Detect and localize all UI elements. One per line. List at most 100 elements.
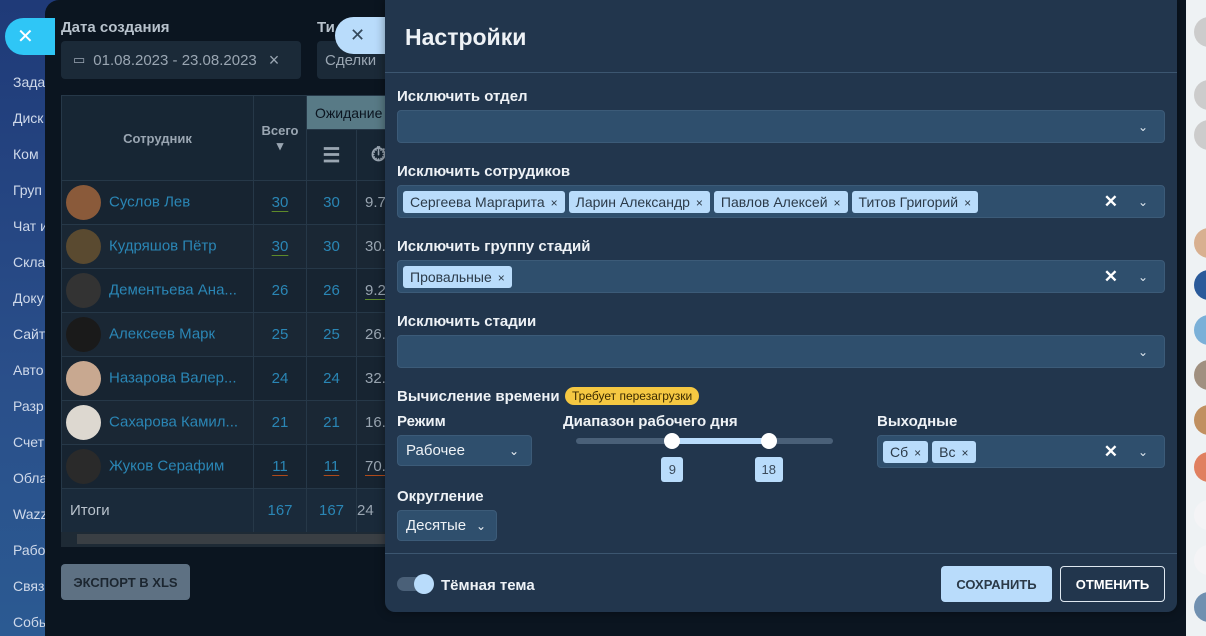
employee-cell[interactable]: Дементьева Ана... [61, 268, 254, 313]
table-row: Дементьева Ана... 26 26 9.2 [61, 268, 401, 313]
employee-name[interactable]: Дементьева Ана... [109, 281, 237, 298]
selected-chip: Сергеева Маргарита × [403, 190, 565, 213]
total-value[interactable]: 30 [272, 238, 289, 255]
total-cell[interactable]: 24 [253, 356, 307, 401]
chip-label: Вс [939, 443, 956, 460]
remove-chip-icon[interactable]: × [696, 196, 703, 210]
count-value: 21 [323, 414, 340, 431]
sidebar-item[interactable]: Обла [13, 470, 47, 486]
sidebar-item[interactable]: Доку [13, 290, 44, 306]
total-value[interactable]: 26 [272, 282, 289, 299]
selected-chip: Титов Григорий × [851, 190, 979, 213]
table-row: Кудряшов Пётр 30 30 30.2 [61, 224, 401, 269]
cancel-button[interactable]: ОТМЕНИТЬ [1060, 566, 1165, 602]
close-icon: ✕ [17, 26, 34, 48]
total-value[interactable]: 21 [272, 414, 289, 431]
clear-all-icon[interactable]: ✕ [1104, 442, 1118, 462]
col-employee: Сотрудник [61, 95, 254, 181]
mode-select[interactable]: Рабочее ⌄ [397, 435, 532, 466]
slider-handle-end[interactable] [760, 433, 777, 449]
count-value: 24 [323, 370, 340, 387]
employee-name[interactable]: Алексеев Марк [109, 325, 215, 342]
sidebar-item[interactable]: Собы [13, 614, 49, 630]
employee-cell[interactable]: Назарова Валер... [61, 356, 254, 401]
date-range-input[interactable]: ▭ 01.08.2023 - 23.08.2023 × [61, 41, 301, 79]
employee-name[interactable]: Назарова Валер... [109, 369, 237, 386]
total-value[interactable]: 11 [272, 458, 288, 475]
remove-chip-icon[interactable]: × [962, 446, 969, 460]
chip-label: Павлов Алексей [720, 193, 828, 210]
remove-chip-icon[interactable]: × [914, 446, 921, 460]
employee-cell[interactable]: Сахарова Камил... [61, 400, 254, 445]
employee-name[interactable]: Сахарова Камил... [109, 413, 238, 430]
col-total[interactable]: Всего ▾ [253, 95, 307, 181]
exclude-dept-label: Исключить отдел [397, 88, 528, 105]
clear-icon[interactable]: × [269, 50, 280, 71]
horizontal-scrollbar[interactable] [61, 532, 397, 547]
remove-chip-icon[interactable]: × [964, 196, 971, 210]
total-cell[interactable]: 25 [253, 312, 307, 357]
total-cell[interactable]: 26 [253, 268, 307, 313]
employee-name[interactable]: Кудряшов Пётр [109, 237, 217, 254]
total-value[interactable]: 30 [272, 194, 289, 211]
avatar [66, 405, 101, 440]
sidebar-item[interactable]: Счет [13, 434, 44, 450]
total-cell[interactable]: 30 [253, 224, 307, 269]
sidebar-item[interactable]: Ком [13, 146, 39, 162]
sidebar-item[interactable]: Скла [13, 254, 45, 270]
rounding-value: Десятые [406, 517, 467, 534]
employee-name[interactable]: Суслов Лев [109, 193, 190, 210]
remove-chip-icon[interactable]: × [551, 196, 558, 210]
table-row: Алексеев Марк 25 25 26.8 [61, 312, 401, 357]
scrollbar-thumb[interactable] [77, 534, 397, 544]
sidebar-item[interactable]: Авто [13, 362, 44, 378]
sidebar-item[interactable]: Груп [13, 182, 42, 198]
count-cell: 24 [306, 356, 357, 401]
date-value: 01.08.2023 - 23.08.2023 [93, 51, 257, 69]
close-panel-button[interactable]: ✕ [5, 18, 55, 55]
avatar [66, 317, 101, 352]
selected-chip: Сб × [883, 440, 929, 463]
sidebar-item[interactable]: Зада [13, 74, 45, 90]
remove-chip-icon[interactable]: × [498, 271, 505, 285]
slider-end-value: 18 [754, 457, 783, 482]
chevron-down-icon: ⌄ [1137, 269, 1148, 284]
exclude-stages-select[interactable]: ⌄ [397, 335, 1165, 368]
clear-all-icon[interactable]: ✕ [1104, 267, 1118, 287]
export-xls-button[interactable]: ЭКСПОРТ В XLS [61, 564, 190, 600]
exclude-employees-select[interactable]: Сергеева Маргарита × Ларин Александр × Павло… [397, 185, 1165, 218]
total-cell[interactable]: 30 [253, 180, 307, 225]
sidebar-item[interactable]: Чат и [13, 218, 48, 234]
total-value[interactable]: 24 [272, 370, 289, 387]
clear-all-icon[interactable]: ✕ [1104, 192, 1118, 212]
exclude-stage-group-select[interactable]: Провальные × ✕ ⌄ [397, 260, 1165, 293]
sidebar-item[interactable]: Wazz [13, 506, 47, 522]
weekends-select[interactable]: Сб × Вс × ✕ ⌄ [877, 435, 1165, 468]
total-cell[interactable]: 11 [253, 444, 307, 489]
rounding-select[interactable]: Десятые ⌄ [397, 510, 497, 541]
workday-range-slider[interactable]: 9 18 [576, 433, 833, 482]
sidebar-item[interactable]: Рабо [13, 542, 45, 558]
dark-theme-toggle[interactable] [397, 574, 434, 594]
employee-name[interactable]: Жуков Серафим [109, 457, 224, 474]
employee-cell[interactable]: Алексеев Марк [61, 312, 254, 357]
save-button[interactable]: СОХРАНИТЬ [941, 566, 1052, 602]
sidebar-item[interactable]: Разр [13, 398, 44, 414]
exclude-dept-select[interactable]: ⌄ [397, 110, 1165, 143]
employee-cell[interactable]: Жуков Серафим [61, 444, 254, 489]
total-cell[interactable]: 21 [253, 400, 307, 445]
calendar-icon: ▭ [73, 52, 86, 67]
employee-cell[interactable]: Суслов Лев [61, 180, 254, 225]
employee-cell[interactable]: Кудряшов Пётр [61, 224, 254, 269]
selected-chip: Провальные × [403, 265, 512, 288]
avatar [66, 449, 101, 484]
range-label: Диапазон рабочего дня [563, 413, 738, 430]
sidebar-item[interactable]: Связ [13, 578, 44, 594]
sidebar-item[interactable]: Диск [13, 110, 43, 126]
total-value[interactable]: 25 [272, 326, 289, 343]
remove-chip-icon[interactable]: × [834, 196, 841, 210]
rounding-label: Округление [397, 488, 484, 505]
slider-handle-start[interactable] [664, 433, 681, 449]
sidebar-item[interactable]: Сайт [13, 326, 45, 342]
sort-desc-icon: ▾ [276, 137, 284, 153]
